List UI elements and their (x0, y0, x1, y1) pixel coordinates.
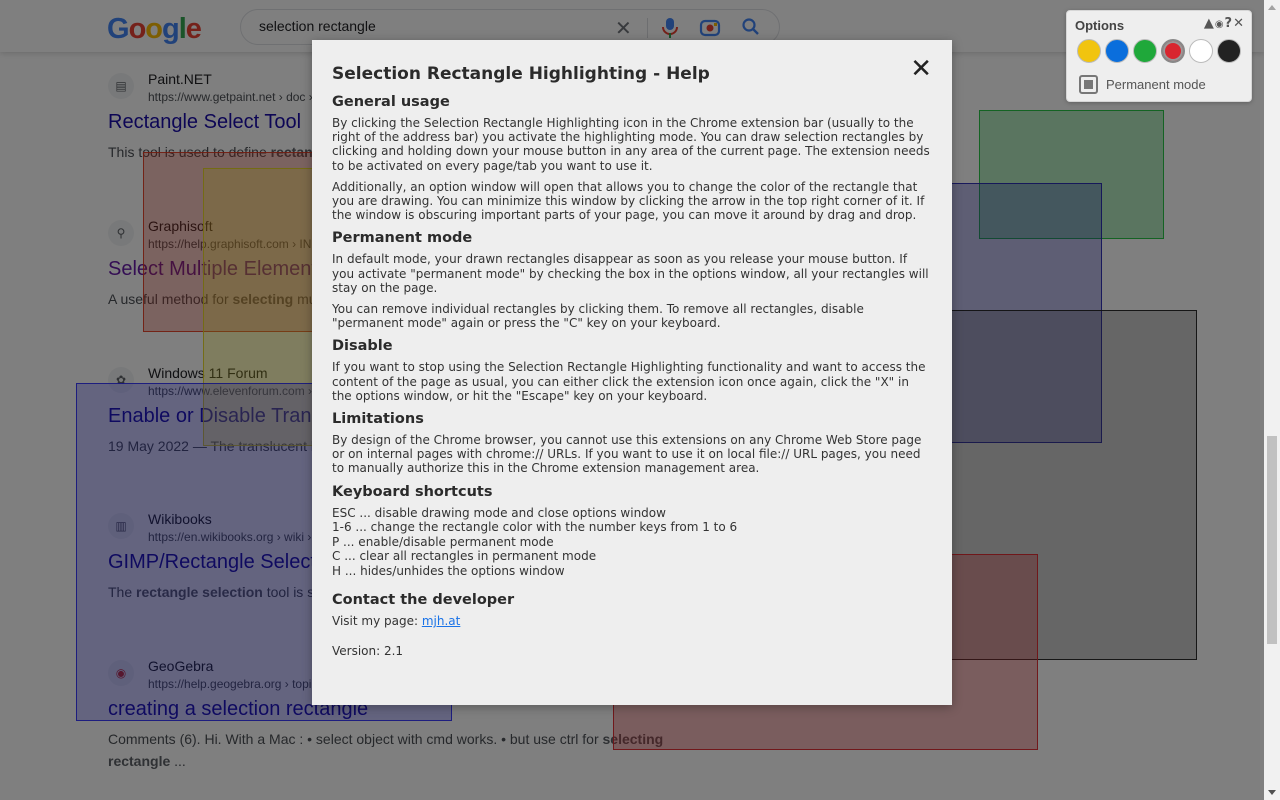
section-heading: Contact the developer (332, 592, 515, 609)
shortcut-line: C ... clear all rectangles in permanent … (332, 549, 597, 564)
help-paragraph: By design of the Chrome browser, you can… (332, 433, 922, 476)
help-dialog: ✕ Selection Rectangle Highlighting - Hel… (312, 40, 952, 705)
shortcut-line: P ... enable/disable permanent mode (332, 534, 554, 549)
contact-prefix: Visit my page: (332, 614, 422, 629)
options-title: Options (1075, 18, 1125, 33)
color-swatch-white[interactable] (1189, 39, 1213, 63)
section-heading: Keyboard shortcuts (332, 483, 493, 500)
shortcut-line: ESC ... disable drawing mode and close o… (332, 505, 666, 520)
section-heading: Limitations (332, 411, 424, 428)
section-heading: Disable (332, 338, 393, 355)
help-paragraph: By clicking the Selection Rectangle High… (332, 116, 930, 173)
scroll-up-icon[interactable] (1268, 5, 1276, 10)
color-swatch-black[interactable] (1217, 39, 1241, 63)
color-swatch-blue[interactable] (1105, 39, 1129, 63)
eye-icon[interactable]: ◉ (1215, 19, 1225, 30)
options-controls[interactable]: ▲◉?✕ (1204, 16, 1245, 31)
shortcut-line: 1-6 ... change the rectangle color with … (332, 520, 738, 535)
version-label: Version: 2.1 (332, 644, 404, 659)
options-panel[interactable]: Options ▲◉?✕ Permanent mode (1066, 10, 1252, 102)
permanent-mode-toggle[interactable]: Permanent mode (1079, 75, 1206, 94)
help-paragraph: In default mode, your drawn rectangles d… (332, 252, 929, 295)
close-icon[interactable]: ✕ (910, 56, 932, 82)
scrollbar-thumb[interactable] (1267, 436, 1277, 644)
color-swatch-green[interactable] (1133, 39, 1157, 63)
shortcut-line: H ... hides/unhides the options window (332, 563, 565, 578)
permanent-mode-label: Permanent mode (1106, 77, 1206, 92)
help-paragraph: You can remove individual rectangles by … (332, 302, 864, 331)
section-heading: Permanent mode (332, 230, 473, 247)
scrollbar[interactable] (1264, 0, 1280, 800)
help-paragraph: Additionally, an option window will open… (332, 179, 925, 223)
help-paragraph: If you want to stop using the Selection … (332, 360, 926, 403)
developer-link[interactable]: mjh.at (422, 614, 461, 628)
section-heading: General usage (332, 94, 450, 110)
color-swatch-red[interactable] (1161, 39, 1185, 63)
minimize-arrow-icon[interactable]: ▲ (1204, 16, 1215, 31)
close-icon[interactable]: ✕ (1233, 16, 1245, 31)
permanent-mode-checkbox[interactable] (1079, 75, 1098, 94)
scroll-down-icon[interactable] (1268, 790, 1276, 795)
color-swatches (1077, 39, 1241, 63)
contact-line: Visit my page: mjh.at (332, 614, 932, 628)
help-title: Selection Rectangle Highlighting - Help (332, 64, 710, 84)
color-swatch-yellow[interactable] (1077, 39, 1101, 63)
help-icon[interactable]: ? (1225, 16, 1234, 31)
